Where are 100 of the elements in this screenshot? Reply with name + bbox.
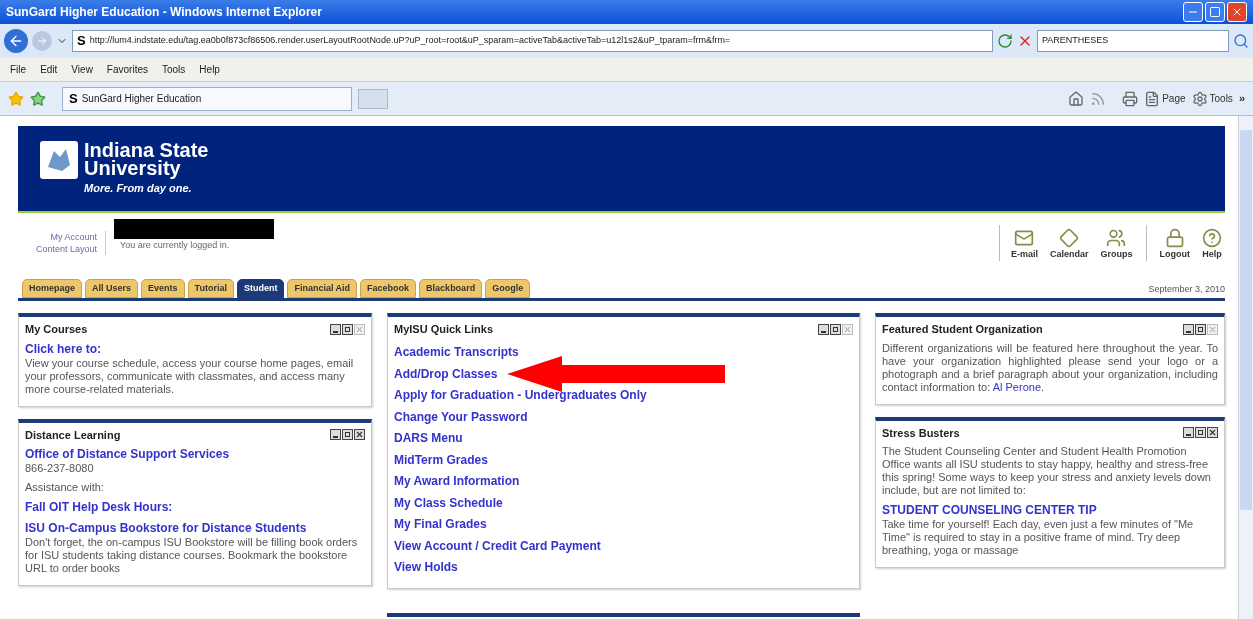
- menu-item[interactable]: Tools: [162, 62, 186, 77]
- menu-item[interactable]: Edit: [40, 62, 58, 77]
- nav-tab[interactable]: Student: [236, 279, 285, 298]
- refresh-icon[interactable]: [997, 33, 1013, 49]
- quick-link[interactable]: View Holds: [394, 558, 458, 577]
- people-icon: [1106, 227, 1127, 248]
- link[interactable]: Fall OIT Help Desk Hours:: [25, 500, 365, 515]
- tagline: More. From day one.: [84, 180, 193, 196]
- minimize-icon[interactable]: [818, 323, 829, 335]
- menu-item[interactable]: Help: [199, 62, 220, 77]
- logo-text: University: [84, 158, 181, 177]
- nav-tab[interactable]: Facebook: [360, 279, 417, 298]
- close-icon: [1231, 6, 1243, 18]
- header-link[interactable]: Groups: [1097, 227, 1136, 261]
- quick-link[interactable]: MidTerm Grades: [394, 450, 488, 469]
- maximize-icon[interactable]: [1195, 323, 1206, 335]
- quick-link[interactable]: Add/Drop Classes: [394, 364, 498, 383]
- link[interactable]: STUDENT COUNSELING CENTER TIP: [882, 503, 1218, 518]
- home-icon[interactable]: [1068, 90, 1085, 107]
- tools-button[interactable]: Tools: [1191, 90, 1233, 107]
- header-link[interactable]: Calendar: [1046, 227, 1092, 261]
- feed-icon[interactable]: [1090, 90, 1107, 107]
- nav-tab[interactable]: Google: [485, 279, 531, 298]
- portlet-title: My Courses: [25, 322, 88, 337]
- link[interactable]: Office of Distance Support Services: [25, 447, 365, 462]
- logo-text: Indiana State: [84, 140, 209, 159]
- nav-tab[interactable]: Financial Aid: [287, 279, 358, 298]
- page-icon: [1144, 90, 1161, 107]
- portlet-title: Stress Busters: [882, 425, 960, 441]
- scrollbar[interactable]: [1238, 116, 1253, 619]
- minimize-icon[interactable]: [330, 429, 341, 441]
- back-button[interactable]: [4, 29, 28, 53]
- window-title: SunGard Higher Education - Windows Internet Explorer: [6, 4, 323, 21]
- paragraph: Different organizations will be featured here throughout the year. To have your organization highlighted please send your logo or a photograph and a brief paragraph about your organization, including contact information to: Al Perone.: [882, 341, 1218, 394]
- close-icon[interactable]: [354, 429, 365, 441]
- menu-item[interactable]: File: [10, 62, 27, 77]
- account-link[interactable]: My Account: [50, 231, 97, 243]
- header-link[interactable]: E-mail: [1007, 227, 1041, 261]
- help-icon: [1202, 227, 1222, 248]
- login-status: You are currently logged in.: [120, 239, 231, 252]
- paragraph: Don't forget, the on-campus ISU Bookstore will be filling book orders for ISU students taking distance courses. Bookmark the bookstore URL to order books: [25, 536, 359, 575]
- maximize-icon[interactable]: [1195, 427, 1206, 439]
- search-field[interactable]: PARENTHESES: [1037, 30, 1229, 52]
- add-favorite-icon[interactable]: [30, 90, 46, 107]
- quick-link[interactable]: My Final Grades: [394, 515, 487, 534]
- quick-link[interactable]: Academic Transcripts: [394, 343, 519, 362]
- portlet-title: Distance Learning: [25, 427, 121, 443]
- menu-item[interactable]: View: [71, 62, 93, 77]
- favorites-star-icon[interactable]: [8, 90, 24, 107]
- account-link[interactable]: Content Layout: [35, 243, 97, 255]
- maximize-icon: [1209, 6, 1221, 18]
- address-field[interactable]: S http://lum4.indstate.edu/tag.ea0b0f873cf86506.render.userLayoutRootNode.uP?uP_root=root&uP_sparam=activeTab&activeTab=u12l1s2&uP_tparam=frm&frm=: [72, 30, 993, 52]
- quick-link[interactable]: Change Your Password: [394, 407, 528, 426]
- gear-icon: [1191, 90, 1208, 107]
- menu-item[interactable]: Favorites: [106, 62, 148, 77]
- link[interactable]: Click here to:: [25, 341, 365, 357]
- quick-link[interactable]: DARS Menu: [394, 429, 463, 448]
- link[interactable]: ISU On-Campus Bookstore for Distance Students: [25, 521, 365, 536]
- close-icon[interactable]: [1207, 427, 1218, 439]
- maximize-icon[interactable]: [830, 323, 841, 335]
- nav-tab[interactable]: All Users: [85, 279, 139, 298]
- site-icon: S: [69, 88, 78, 109]
- nav-tab[interactable]: Blackboard: [419, 279, 483, 298]
- paragraph: View your course schedule, access your course home pages, email your professors, communicate with classmates, and access many more course-related materials.: [25, 356, 355, 396]
- browser-tab[interactable]: S SunGard Higher Education: [62, 86, 352, 111]
- portlet-title: MyISU Quick Links: [394, 322, 494, 337]
- search-icon[interactable]: [1233, 33, 1249, 49]
- minimize-button[interactable]: [1183, 2, 1203, 22]
- back-icon: [8, 33, 24, 49]
- maximize-icon[interactable]: [342, 323, 353, 335]
- site-icon: S: [77, 31, 86, 51]
- page-button[interactable]: Page: [1144, 90, 1186, 107]
- print-icon[interactable]: [1122, 90, 1139, 107]
- forward-icon: [36, 35, 48, 47]
- quick-link[interactable]: My Class Schedule: [394, 493, 503, 512]
- date-text: September 3, 2010: [1148, 282, 1225, 296]
- header-link[interactable]: Help: [1199, 227, 1225, 261]
- close-button[interactable]: [1227, 2, 1247, 22]
- paragraph: Assistance with:: [25, 481, 105, 494]
- minimize-icon[interactable]: [1183, 427, 1194, 439]
- maximize-icon[interactable]: [342, 429, 353, 441]
- diamond-icon: [1059, 227, 1080, 248]
- quick-link[interactable]: My Award Information: [394, 472, 520, 491]
- quick-link[interactable]: View Account / Credit Card Payment: [394, 536, 601, 555]
- email-link[interactable]: Al Perone: [992, 380, 1041, 393]
- header-link[interactable]: Logout: [1156, 227, 1193, 261]
- nav-tab[interactable]: Tutorial: [187, 279, 234, 298]
- maximize-button[interactable]: [1205, 2, 1225, 22]
- logo-icon: [40, 140, 78, 179]
- nav-tab[interactable]: Events: [141, 279, 185, 298]
- lock-icon: [1164, 227, 1185, 248]
- quick-link[interactable]: Apply for Graduation - Undergraduates Only: [394, 386, 647, 405]
- paragraph: The Student Counseling Center and Student Health Promotion Office wants all ISU students to stay happy, healthy and stress-free this spring! Some ways to keep your stress and anxiety levels down include, but are not limited to:: [882, 445, 1212, 497]
- minimize-icon[interactable]: [330, 323, 341, 335]
- minimize-icon[interactable]: [1183, 323, 1194, 335]
- paragraph: 866-237-8080: [25, 462, 95, 475]
- paragraph: Take time for yourself! Each day, even just a few minutes of "Me Time" is required to stay in a positive frame of mind. Try deep breathing, yoga or massage: [882, 518, 1195, 557]
- nav-tab[interactable]: Homepage: [22, 279, 82, 298]
- portlet-title: Featured Student Organization: [882, 322, 1043, 337]
- more-button[interactable]: »: [1238, 90, 1245, 107]
